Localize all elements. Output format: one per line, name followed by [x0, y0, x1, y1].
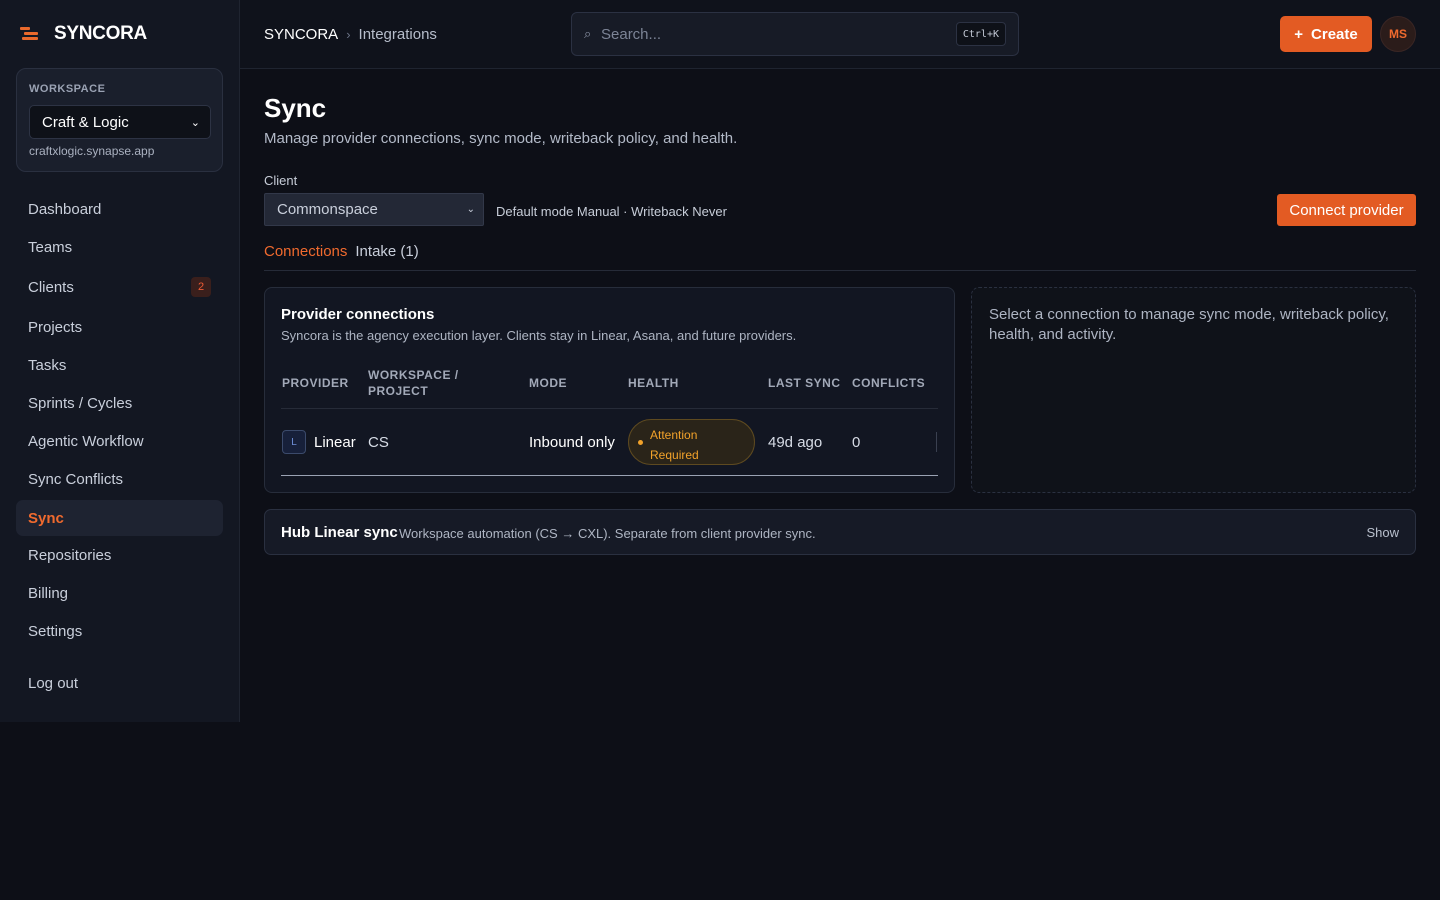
sidebar: SYNCORA WORKSPACE Craft & Logic ⌄ craftx…	[0, 0, 240, 722]
tab-connections[interactable]: Connections	[264, 243, 347, 260]
chevron-down-icon: ⌄	[190, 116, 200, 129]
card-subtitle: Syncora is the agency execution layer. C…	[281, 328, 797, 343]
sidebar-item-label: Projects	[28, 318, 83, 336]
chevron-down-icon: ⌄	[466, 204, 475, 215]
health-status-badge: Attention Required	[628, 419, 755, 465]
provider-connections-card: Provider connections Syncora is the agen…	[264, 287, 955, 493]
sidebar-item-label: Sync	[28, 509, 64, 527]
cell-last-sync: 49d ago	[768, 434, 823, 451]
page-title: Sync	[264, 93, 327, 123]
sidebar-item-clients[interactable]: Clients 2	[16, 269, 223, 305]
workspace-card: WORKSPACE Craft & Logic ⌄ craftxlogic.sy…	[16, 68, 223, 172]
sidebar-item-label: Agentic Workflow	[28, 432, 144, 450]
breadcrumb: SYNCORA › Integrations	[264, 24, 437, 44]
hub-show-toggle[interactable]: Show	[1366, 525, 1399, 540]
sidebar-item-label: Teams	[28, 238, 73, 256]
sidebar-item-projects[interactable]: Projects	[16, 309, 223, 345]
workspace-select-value: Craft & Logic	[42, 113, 129, 131]
sidebar-item-settings[interactable]: Settings	[16, 613, 223, 649]
workspace-domain: craftxlogic.synapse.app	[29, 144, 155, 158]
sidebar-item-label: Settings	[28, 622, 83, 640]
sidebar-item-label: Tasks	[28, 356, 67, 374]
cell-workspace: CS	[368, 434, 389, 451]
breadcrumb-root[interactable]: SYNCORA	[264, 26, 338, 43]
hub-description: Workspace automation (CS → CXL). Separat…	[399, 526, 816, 541]
sidebar-item-sync[interactable]: Sync	[16, 500, 223, 536]
sidebar-item-sync-conflicts[interactable]: Sync Conflicts	[16, 461, 223, 497]
avatar[interactable]: MS	[1380, 16, 1416, 52]
search-icon: ⌕	[584, 26, 592, 41]
search-shortcut-hint: Ctrl+K	[955, 22, 1006, 46]
column-header-mode: MODE	[529, 376, 567, 390]
sidebar-item-repositories[interactable]: Repositories	[16, 537, 223, 573]
syncora-logo-icon	[20, 24, 40, 44]
table-header-divider	[281, 408, 938, 409]
plus-icon: +	[1294, 25, 1304, 43]
topbar: SYNCORA › Integrations ⌕ Search... Ctrl+…	[240, 0, 1440, 69]
sidebar-item-tasks[interactable]: Tasks	[16, 347, 223, 383]
hub-linear-sync-panel[interactable]: Hub Linear sync Workspace automation (CS…	[264, 509, 1416, 555]
client-select[interactable]: Commonspace ⌄	[264, 193, 484, 226]
brand[interactable]: SYNCORA	[20, 22, 147, 46]
sidebar-item-label: Billing	[28, 584, 69, 602]
tabs: Connections Intake (1)	[264, 243, 419, 260]
health-status-text: Attention Required	[650, 428, 699, 462]
workspace-select[interactable]: Craft & Logic ⌄	[29, 105, 211, 139]
chevron-right-icon: ›	[346, 26, 351, 42]
page-subtitle: Manage provider connections, sync mode, …	[264, 130, 738, 147]
client-select-value: Commonspace	[277, 201, 378, 218]
connection-detail-panel: Select a connection to manage sync mode,…	[971, 287, 1416, 493]
column-header-conflicts: CONFLICTS	[852, 376, 926, 390]
breadcrumb-current: Integrations	[358, 25, 437, 43]
detail-placeholder: Select a connection to manage sync mode,…	[989, 306, 1389, 343]
cell-provider[interactable]: Linear	[314, 434, 356, 451]
table-overflow-edge	[936, 432, 937, 452]
search-placeholder: Search...	[601, 26, 662, 43]
sidebar-item-dashboard[interactable]: Dashboard	[16, 191, 223, 227]
sidebar-item-label: Clients	[28, 278, 74, 296]
sidebar-item-label: Sync Conflicts	[28, 470, 124, 488]
sidebar-item-sprints[interactable]: Sprints / Cycles	[16, 385, 223, 421]
clients-count-badge: 2	[191, 277, 211, 297]
sidebar-item-label: Dashboard	[28, 200, 102, 218]
cell-mode: Inbound only	[529, 434, 615, 451]
column-header-workspace: WORKSPACE / PROJECT	[368, 368, 459, 398]
cell-conflicts: 0	[852, 434, 861, 451]
sidebar-item-billing[interactable]: Billing	[16, 575, 223, 611]
logout-label: Log out	[28, 674, 79, 692]
create-button-label: Create	[1311, 25, 1358, 43]
client-label: Client	[264, 173, 298, 188]
linear-icon: L	[282, 430, 306, 454]
sidebar-item-label: Sprints / Cycles	[28, 394, 133, 412]
sidebar-item-agentic-workflow[interactable]: Agentic Workflow	[16, 423, 223, 459]
create-button[interactable]: + Create	[1280, 16, 1372, 52]
tab-intake[interactable]: Intake (1)	[355, 243, 418, 260]
logout-button[interactable]: Log out	[16, 665, 223, 701]
table-scrollbar[interactable]	[281, 475, 938, 476]
column-header-health: HEALTH	[628, 376, 679, 390]
workspace-label: WORKSPACE	[29, 83, 106, 95]
connect-provider-button[interactable]: Connect provider	[1277, 194, 1416, 226]
card-title: Provider connections	[281, 306, 435, 323]
sidebar-item-label: Repositories	[28, 546, 112, 564]
hub-title: Hub Linear sync	[281, 524, 398, 541]
client-sync-defaults: Default mode Manual · Writeback Never	[496, 204, 727, 219]
brand-name: SYNCORA	[54, 23, 147, 44]
search-input[interactable]: ⌕ Search... Ctrl+K	[571, 12, 1019, 56]
tabs-divider	[264, 270, 1416, 271]
warning-dot-icon	[638, 440, 643, 445]
column-header-provider: PROVIDER	[282, 376, 349, 390]
column-header-last-sync: LAST SYNC	[768, 376, 841, 390]
sidebar-item-teams[interactable]: Teams	[16, 229, 223, 265]
